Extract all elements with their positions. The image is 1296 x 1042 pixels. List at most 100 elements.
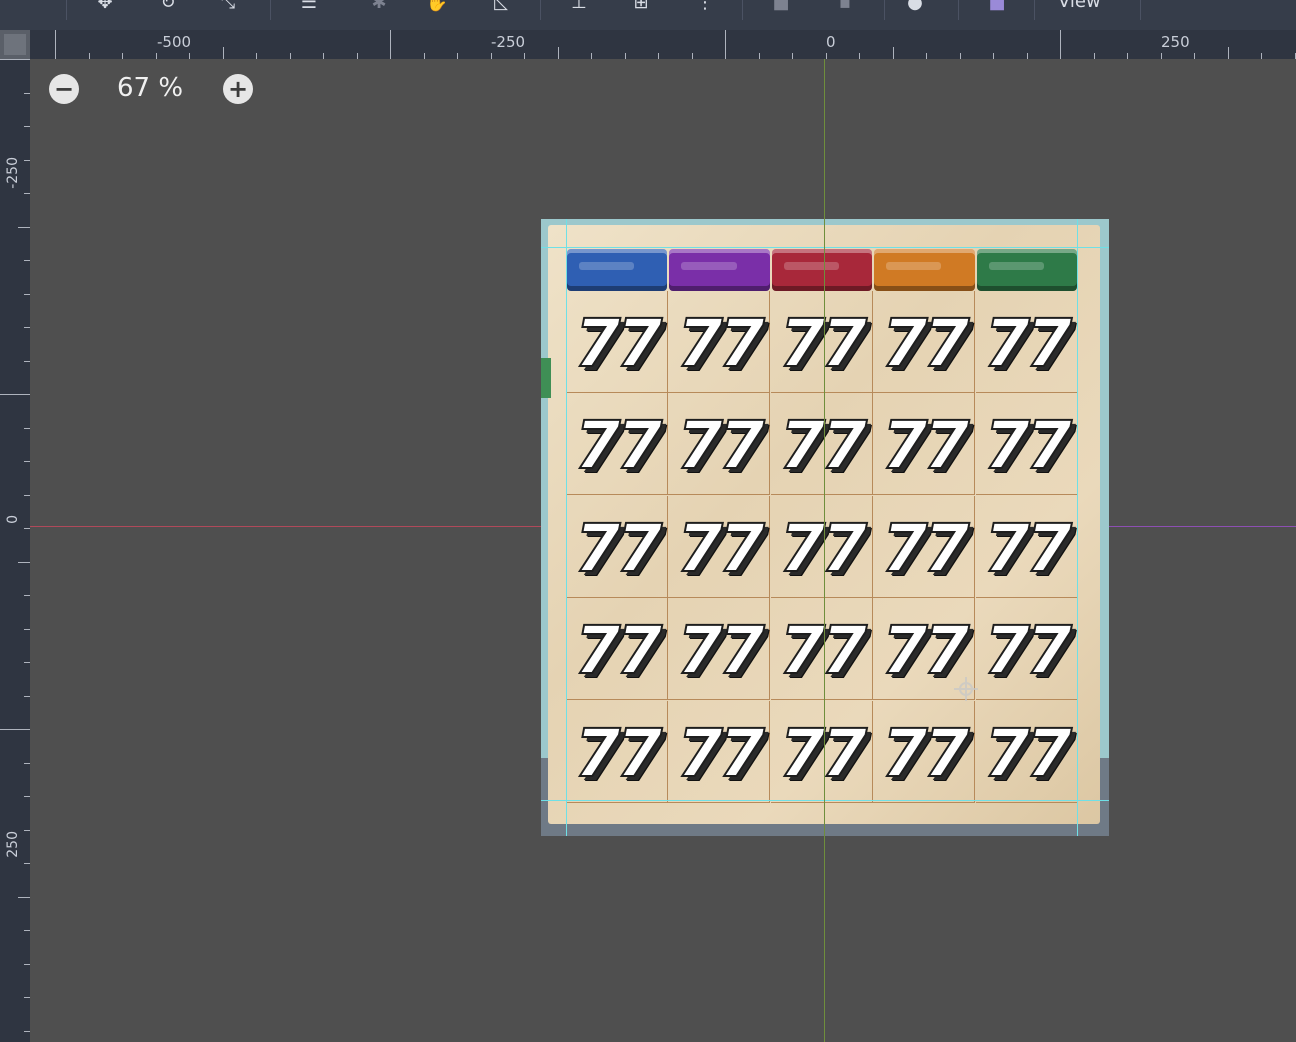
reel-cell: 77 [873, 700, 976, 803]
ruler-tick [491, 53, 492, 59]
snap-grid-icon[interactable]: ⊥ [566, 0, 592, 12]
seven-seven-symbol: 77 [881, 304, 971, 383]
lock-icon[interactable]: ■ [768, 0, 794, 12]
reel-cell: 77 [873, 393, 976, 496]
board-edge-marker [541, 358, 551, 398]
ruler-tick [24, 126, 30, 127]
pick-icon[interactable]: ✱ [366, 0, 392, 12]
reel-cell: 77 [770, 393, 873, 496]
seven-seven-symbol: 77 [983, 714, 1073, 793]
reel-cell: 77 [873, 495, 976, 598]
select-tool-icon[interactable]: ⌃ [18, 0, 44, 12]
ruler-tick [993, 53, 994, 59]
view-menu-button[interactable]: View [1058, 0, 1101, 12]
toolbar-separator [1034, 0, 1035, 20]
reel-cell: 77 [668, 700, 771, 803]
seven-seven-symbol: 77 [778, 714, 868, 793]
reel-cell: 77 [975, 291, 1078, 393]
guide-top[interactable] [541, 247, 1109, 248]
reel-cell: 77 [566, 495, 668, 598]
toolbar-separator [540, 0, 541, 20]
ruler-tick [1127, 53, 1128, 59]
ruler-tick [0, 729, 30, 730]
ruler-tick [926, 53, 927, 59]
reel-cell: 77 [566, 291, 668, 393]
move-tool-icon[interactable]: ✥ [92, 0, 118, 12]
symbol-grid: 77 77 77 77 77 77 77 77 77 77 77 77 77 77 77 77 77 77 77 77… [566, 291, 1078, 803]
ruler-tick [24, 193, 30, 194]
ruler-tick [1161, 53, 1162, 59]
ruler-tick [189, 53, 190, 59]
reel-cell: 77 [975, 598, 1078, 701]
zoom-level-label[interactable]: 67 % [100, 73, 200, 103]
toolbar-separator [66, 0, 67, 20]
ruler-tick [24, 361, 30, 362]
reel-cell: 77 [975, 495, 1078, 598]
ruler-tick [725, 30, 726, 59]
toolbar-separator [270, 0, 271, 20]
toolbar-separator [958, 0, 959, 20]
ruler-tick [122, 53, 123, 59]
ruler-tick [24, 964, 30, 965]
ruler-tick [1027, 53, 1028, 59]
seven-seven-symbol: 77 [881, 509, 971, 588]
ruler-tick [24, 595, 30, 596]
x-axis-line-segment [1100, 526, 1296, 527]
toolbar-separator [884, 0, 885, 20]
ruler-tick [591, 53, 592, 59]
reel-cell: 77 [668, 495, 771, 598]
reel-cell: 77 [975, 393, 1078, 496]
seven-seven-symbol: 77 [676, 406, 766, 485]
ruler-tick [18, 897, 30, 898]
guide-right[interactable] [1077, 219, 1078, 836]
seven-seven-symbol: 77 [676, 714, 766, 793]
group-icon[interactable]: ▪ [832, 0, 858, 12]
ruler-tick [1194, 53, 1195, 59]
ruler-tick [24, 1031, 30, 1032]
horizontal-ruler[interactable]: -500 -250 0 250 [30, 30, 1296, 59]
guide-left[interactable] [566, 219, 567, 836]
seven-seven-symbol: 77 [778, 304, 868, 383]
game-board[interactable]: 77 77 77 77 77 77 77 77 77 77 77 77 77 77 77 77 77 77 77 77… [541, 219, 1109, 836]
rotate-tool-icon[interactable]: ↻ [155, 0, 181, 12]
ruler-tick [1060, 30, 1061, 59]
pan-icon[interactable]: ✋ [424, 0, 450, 12]
pivot-icon[interactable] [954, 677, 978, 701]
ruler-label: 250 [1161, 33, 1190, 51]
zoom-out-button[interactable]: − [49, 74, 79, 104]
ruler-tick [24, 930, 30, 931]
ruler-tick [658, 53, 659, 59]
guide-bottom[interactable] [541, 800, 1109, 801]
list-select-icon[interactable]: ☰ [296, 0, 322, 12]
ruler-tick [24, 428, 30, 429]
seven-seven-symbol: 77 [983, 406, 1073, 485]
ruler-tick [792, 53, 793, 59]
ruler-tick [24, 763, 30, 764]
toolbar-separator [1140, 0, 1141, 20]
seven-seven-symbol: 77 [574, 611, 664, 690]
ruler-tick [692, 53, 693, 59]
seven-seven-symbol: 77 [983, 304, 1073, 383]
ruler-tick [24, 461, 30, 462]
reel-cell: 77 [668, 291, 771, 393]
reel-cell: 77 [566, 598, 668, 701]
toolbar-separator [742, 0, 743, 20]
skeleton-icon[interactable]: ● [902, 0, 928, 12]
zoom-in-button[interactable]: + [223, 74, 253, 104]
scale-tool-icon[interactable]: ⤡ [215, 0, 241, 12]
ruler-tick [18, 562, 30, 563]
ruler-label: -500 [157, 33, 192, 51]
vertical-ruler[interactable]: -250 0 250 [0, 59, 30, 1042]
ruler-icon[interactable]: ◺ [488, 0, 514, 12]
seven-seven-symbol: 77 [574, 304, 664, 383]
ruler-tick [24, 528, 30, 529]
ruler-corner[interactable] [0, 30, 30, 59]
ruler-tick [18, 227, 30, 228]
reel-cell: 77 [975, 700, 1078, 803]
reel-cell: 77 [566, 700, 668, 803]
more-icon[interactable]: ⋮ [692, 0, 718, 12]
ruler-tick [323, 53, 324, 59]
snap-options-icon[interactable]: ⊞ [628, 0, 654, 12]
y-axis-line [824, 59, 825, 1042]
camera-icon[interactable]: ■ [984, 0, 1010, 12]
